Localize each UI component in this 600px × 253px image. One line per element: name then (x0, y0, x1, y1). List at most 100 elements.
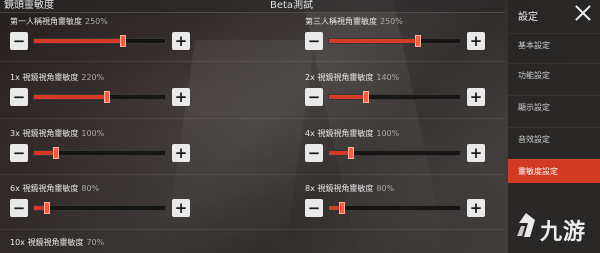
setting-value: 80% (81, 184, 100, 193)
slider-control: − + (10, 88, 200, 106)
slider-thumb[interactable] (104, 91, 111, 103)
decrease-button[interactable]: − (305, 32, 323, 50)
setting-label: 4x 視鏡視角靈敏度 100% (305, 129, 400, 138)
slider-track[interactable] (328, 35, 461, 47)
setting-label: 1x 視鏡視角靈敏度 220% (10, 73, 105, 82)
setting-label: 6x 視鏡視角靈敏度 80% (10, 184, 100, 193)
increase-button[interactable]: + (172, 88, 190, 106)
minus-icon: − (12, 144, 26, 162)
slider-control: − + (305, 144, 495, 162)
sidebar-item-function[interactable]: 功能設定 (508, 63, 600, 87)
row-divider (0, 229, 505, 230)
slider-track[interactable] (33, 35, 166, 47)
slider-control: − + (305, 199, 495, 217)
increase-button[interactable]: + (467, 144, 485, 162)
watermark-text: 九游 (540, 220, 587, 245)
plus-icon: + (174, 88, 188, 106)
setting-value: 100% (376, 129, 400, 138)
setting-value: 220% (81, 73, 105, 82)
plus-icon: + (469, 144, 483, 162)
setting-10x-scope: 10x 視鏡視角靈敏度 70% (10, 238, 200, 248)
sidebar-item-display[interactable]: 顯示設定 (508, 95, 600, 119)
slider-thumb[interactable] (120, 35, 127, 47)
minus-icon: − (307, 32, 321, 50)
sidebar-item-basic[interactable]: 基本設定 (508, 33, 600, 57)
slider-thumb[interactable] (415, 35, 422, 47)
section-header: 鏡頭靈敏度 Beta測試 (0, 0, 505, 13)
decrease-button[interactable]: − (10, 88, 28, 106)
setting-4x-scope: 4x 視鏡視角靈敏度 100% − + (305, 129, 495, 162)
setting-2x-scope: 2x 視鏡視角靈敏度 140% − + (305, 73, 495, 106)
increase-button[interactable]: + (172, 199, 190, 217)
sidebar-title: 設定 (518, 12, 538, 23)
jiuyou-logo-icon (517, 213, 535, 237)
decrease-button[interactable]: − (10, 32, 28, 50)
setting-label: 8x 視鏡視角靈敏度 80% (305, 184, 395, 193)
slider-thumb[interactable] (53, 147, 60, 159)
setting-label: 第三人稱視角靈敏度 250% (305, 17, 403, 26)
plus-icon: + (469, 199, 483, 217)
minus-icon: − (307, 144, 321, 162)
plus-icon: + (174, 144, 188, 162)
minus-icon: − (307, 199, 321, 217)
minus-icon: − (307, 88, 321, 106)
slider-thumb[interactable] (44, 202, 51, 214)
increase-button[interactable]: + (172, 144, 190, 162)
minus-icon: − (12, 199, 26, 217)
slider-fill (34, 39, 124, 43)
slider-control: − + (305, 32, 495, 50)
slider-control: − + (10, 199, 200, 217)
slider-track[interactable] (328, 91, 461, 103)
setting-value: 100% (81, 129, 105, 138)
slider-control: − + (10, 32, 200, 50)
slider-track[interactable] (33, 91, 166, 103)
plus-icon: + (174, 199, 188, 217)
setting-value: 250% (380, 17, 403, 26)
increase-button[interactable]: + (172, 32, 190, 50)
slider-fill (329, 95, 366, 99)
decrease-button[interactable]: − (10, 144, 28, 162)
slider-control: − + (305, 88, 495, 106)
slider-thumb[interactable] (339, 202, 346, 214)
setting-8x-scope: 8x 視鏡視角靈敏度 80% − + (305, 184, 495, 217)
plus-icon: + (469, 88, 483, 106)
slider-track[interactable] (328, 147, 461, 159)
slider-fill (329, 39, 419, 43)
slider-control: − + (10, 144, 200, 162)
setting-6x-scope: 6x 視鏡視角靈敏度 80% − + (10, 184, 200, 217)
slider-track[interactable] (33, 147, 166, 159)
slider-fill (34, 95, 108, 99)
setting-1x-scope: 1x 視鏡視角靈敏度 220% − + (10, 73, 200, 106)
sidebar-item-sensitivity[interactable]: 靈敏度設定 (508, 159, 600, 183)
plus-icon: + (469, 32, 483, 50)
slider-track[interactable] (328, 202, 461, 214)
setting-label: 3x 視鏡視角靈敏度 100% (10, 129, 105, 138)
setting-label: 2x 視鏡視角靈敏度 140% (305, 73, 400, 82)
setting-first-person: 第一人稱視角靈敏度 250% − + (10, 17, 200, 50)
decrease-button[interactable]: − (305, 88, 323, 106)
setting-3x-scope: 3x 視鏡視角靈敏度 100% − + (10, 129, 200, 162)
sidebar-item-audio[interactable]: 音效設定 (508, 127, 600, 151)
setting-label: 第一人稱視角靈敏度 250% (10, 17, 108, 26)
slider-thumb[interactable] (348, 147, 355, 159)
row-divider (0, 118, 505, 119)
slider-track[interactable] (33, 202, 166, 214)
increase-button[interactable]: + (467, 32, 485, 50)
increase-button[interactable]: + (467, 88, 485, 106)
setting-third-person: 第三人稱視角靈敏度 250% − + (305, 17, 495, 50)
plus-icon: + (174, 32, 188, 50)
setting-value: 70% (86, 238, 105, 247)
setting-value: 140% (376, 73, 400, 82)
setting-label: 10x 視鏡視角靈敏度 70% (10, 238, 105, 247)
slider-thumb[interactable] (362, 91, 369, 103)
minus-icon: − (12, 32, 26, 50)
increase-button[interactable]: + (467, 199, 485, 217)
close-icon[interactable] (574, 4, 592, 22)
setting-value: 80% (376, 184, 395, 193)
decrease-button[interactable]: − (305, 199, 323, 217)
setting-value: 250% (85, 17, 108, 26)
beta-label: Beta測試 (270, 0, 314, 11)
decrease-button[interactable]: − (305, 144, 323, 162)
row-divider (0, 174, 505, 175)
decrease-button[interactable]: − (10, 199, 28, 217)
